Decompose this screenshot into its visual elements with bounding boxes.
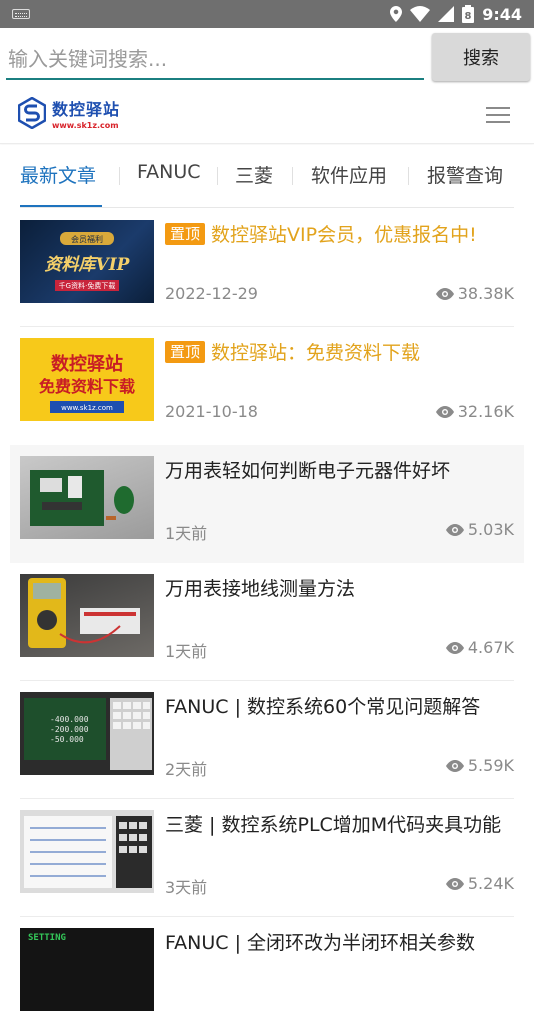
signal-icon [438,6,455,22]
list-item[interactable]: -400.000 -200.000 -50.000 FANUC | 数控系统60… [0,681,534,799]
thumb-text: -200.000 [50,725,89,734]
eye-icon [445,759,464,772]
eye-icon [435,405,454,418]
status-bar: 8 9:44 [0,0,534,28]
list-item[interactable]: 三菱 | 数控系统PLC增加M代码夹具功能 3天前 5.24K [0,799,534,917]
battery-level: 8 [465,11,472,22]
article-thumbnail [20,810,154,893]
eye-icon [445,877,464,890]
logo-url: www.sk1z.com [52,121,119,130]
thumb-text: 免费资料下载 [39,377,135,396]
thumb-text: 资料库VIP [45,255,131,275]
article-thumbnail [20,456,154,539]
article-thumbnail: 会员福利 资料库VIP 千G资料·免费下载 [20,220,154,303]
search-bar: 搜索 [0,28,534,88]
article-title[interactable]: FANUC | 全闭环改为半闭环相关参数 [165,929,515,958]
search-button[interactable]: 搜索 [432,33,530,81]
view-count: 5.03K [445,520,514,539]
tab-software[interactable]: 软件应用 [311,161,387,188]
list-item[interactable]: 数控驿站 免费资料下载 www.sk1z.com 置顶 数控驿站：免费资料下载 2… [0,327,534,445]
location-icon [390,6,403,22]
list-item[interactable]: 会员福利 资料库VIP 千G资料·免费下载 置顶 数控驿站VIP会员，优惠报名中!… [0,209,534,327]
article-title[interactable]: 万用表接地线测量方法 [165,575,515,604]
thumb-text: www.sk1z.com [61,404,113,412]
tab-mitsubishi[interactable]: 三菱 [235,161,273,188]
site-logo[interactable]: 数控驿站 www.sk1z.com [18,96,120,130]
view-count: 38.38K [435,284,514,303]
eye-icon [445,641,464,654]
article-thumbnail: -400.000 -200.000 -50.000 [20,692,154,775]
eye-icon [435,287,454,300]
wifi-icon [410,6,431,22]
view-count: 4.67K [445,638,514,657]
tab-latest[interactable]: 最新文章 [20,161,96,188]
article-thumbnail: SETTING [20,928,154,1011]
article-title[interactable]: FANUC | 数控系统60个常见问题解答 [165,693,515,722]
thumb-text: 会员福利 [71,234,103,244]
eye-icon [445,523,464,536]
article-thumbnail [20,574,154,657]
tab-alarm-lookup[interactable]: 报警查询 [427,161,503,188]
list-item[interactable]: 万用表轻如何判断电子元器件好坏 1天前 5.03K [10,445,524,563]
view-count: 5.59K [445,756,514,775]
thumb-text: 数控驿站 [51,353,123,375]
article-title[interactable]: 置顶 数控驿站VIP会员，优惠报名中! [165,221,515,250]
article-date: 2天前 [165,760,208,779]
category-tabs: 最新文章 FANUC 三菱 软件应用 报警查询 [0,145,534,209]
article-date: 2021-10-18 [165,402,258,421]
battery-icon: 8 [462,5,475,23]
pinned-badge: 置顶 [165,341,206,363]
thumb-text: 千G资料·免费下载 [59,281,116,290]
list-item[interactable]: SETTING FANUC | 全闭环改为半闭环相关参数 [0,917,534,1035]
article-date: 1天前 [165,524,208,543]
view-count: 32.16K [435,402,514,421]
view-count: 5.24K [445,874,514,893]
thumb-text: -50.000 [50,735,84,744]
site-header: 数控驿站 www.sk1z.com [0,88,534,144]
article-title[interactable]: 置顶 数控驿站：免费资料下载 [165,339,515,368]
article-title[interactable]: 三菱 | 数控系统PLC增加M代码夹具功能 [165,811,515,840]
search-input[interactable] [6,40,424,80]
pinned-badge: 置顶 [165,223,206,245]
tab-fanuc[interactable]: FANUC [137,161,201,183]
thumb-text: -400.000 [50,715,89,724]
logo-mark-icon [18,97,46,129]
article-date: 2022-12-29 [165,284,258,303]
list-item[interactable]: 万用表接地线测量方法 1天前 4.67K [0,563,534,681]
hamburger-menu-icon[interactable] [486,107,510,125]
article-title[interactable]: 万用表轻如何判断电子元器件好坏 [165,457,515,486]
article-date: 3天前 [165,878,208,897]
logo-name: 数控驿站 [52,100,121,119]
article-date: 1天前 [165,642,208,661]
thumb-text: SETTING [28,933,66,943]
article-thumbnail: 数控驿站 免费资料下载 www.sk1z.com [20,338,154,421]
clock: 9:44 [482,4,522,24]
keyboard-icon [12,9,30,19]
